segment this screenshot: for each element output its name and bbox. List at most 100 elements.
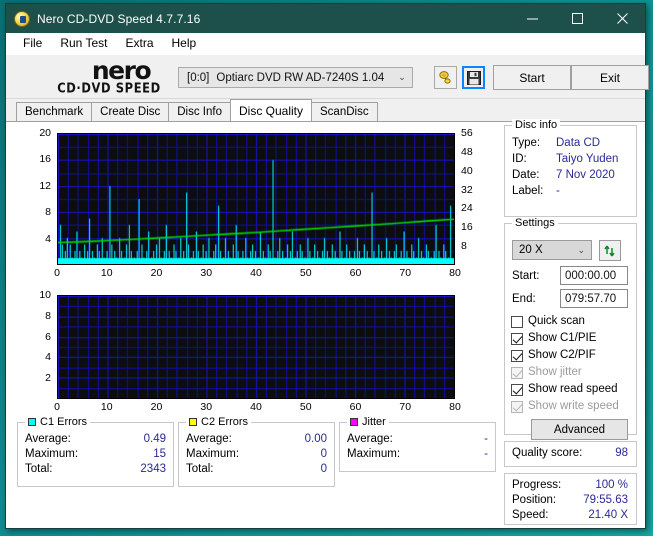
c2-chart-y-axis: 2 4 6 8 10 bbox=[17, 289, 51, 399]
checkbox-label: Show C1/PIE bbox=[528, 332, 597, 344]
axis-tick-label: 60 bbox=[349, 267, 362, 279]
c1-error-chart: 4 8 12 16 20 8 16 24 32 40 48 56 0 10 20 30 40 50 60 70 80 bbox=[17, 127, 505, 285]
disc-date-label: Date: bbox=[512, 169, 540, 181]
c1-chart-plot-area bbox=[57, 133, 455, 265]
eject-disc-button[interactable] bbox=[434, 66, 457, 89]
toolbar: nero CD·DVD SPEED [0:0] Optiarc DVD RW A… bbox=[6, 55, 649, 99]
speed-row: Speed: 21.40 X bbox=[505, 508, 636, 523]
position-label: Position: bbox=[512, 494, 557, 506]
tab-create-disc[interactable]: Create Disc bbox=[91, 102, 170, 121]
axis-tick-label: 20 bbox=[39, 127, 51, 139]
checkbox-label: Show write speed bbox=[528, 400, 619, 412]
checkbox-show-write-speed: Show write speed bbox=[505, 398, 636, 415]
menu-item-file[interactable]: File bbox=[14, 34, 51, 53]
c1-total-label: Total: bbox=[25, 463, 53, 475]
stat-row: Total: 2343 bbox=[18, 462, 173, 477]
tab-scandisc[interactable]: ScanDisc bbox=[311, 102, 378, 121]
checkbox-box bbox=[511, 366, 523, 379]
maximize-icon[interactable] bbox=[555, 4, 600, 33]
axis-tick-label: 40 bbox=[250, 267, 262, 279]
c2-chart-x-axis: 0 10 20 30 40 50 60 70 80 bbox=[54, 401, 461, 415]
position-value: 79:55.63 bbox=[583, 494, 628, 506]
checkbox-label: Show read speed bbox=[528, 383, 618, 395]
disc-type-value: Data CD bbox=[556, 137, 601, 149]
axis-tick-label: 4 bbox=[45, 232, 51, 245]
axis-tick-label: 32 bbox=[461, 183, 473, 196]
exit-button[interactable]: Exit bbox=[571, 65, 649, 90]
checkbox-show-c2-pif[interactable]: Show C2/PIF bbox=[505, 347, 636, 364]
speed-value: 21.40 X bbox=[588, 509, 628, 521]
refresh-button[interactable] bbox=[599, 240, 621, 261]
chevron-down-icon: ⌄ bbox=[577, 244, 585, 255]
start-input[interactable]: 000:00.00 bbox=[560, 266, 628, 285]
axis-tick-label: 70 bbox=[399, 267, 412, 279]
minimize-icon[interactable] bbox=[510, 4, 555, 33]
axis-tick-label: 12 bbox=[39, 179, 51, 192]
progress-group: Progress: 100 % Position: 79:55.63 Speed… bbox=[504, 473, 637, 525]
c2-maximum-label: Maximum: bbox=[186, 448, 240, 460]
stat-row: Maximum: 15 bbox=[18, 447, 173, 462]
stat-row: Average: 0.49 bbox=[18, 432, 173, 447]
speed-label: Speed: bbox=[512, 509, 549, 521]
start-button[interactable]: Start bbox=[493, 65, 571, 90]
c2-errors-label: C2 Errors bbox=[201, 416, 249, 428]
disc-quality-panel: 4 8 12 16 20 8 16 24 32 40 48 56 0 10 20 30 40 50 60 70 80… bbox=[6, 119, 645, 528]
window-controls bbox=[510, 4, 645, 33]
end-label: End: bbox=[512, 292, 536, 305]
end-field-row: End: 079:57.70 bbox=[505, 287, 636, 310]
advanced-button[interactable]: Advanced bbox=[531, 419, 628, 440]
jitter-label: Jitter bbox=[362, 416, 386, 428]
eject-disc-icon bbox=[439, 71, 451, 84]
start-field-row: Start: 000:00.00 bbox=[505, 264, 636, 287]
application-window: Nero CD-DVD Speed 4.7.7.16 File Run Test… bbox=[5, 3, 649, 529]
axis-tick-label: 0 bbox=[54, 401, 60, 413]
end-input[interactable]: 079:57.70 bbox=[560, 289, 628, 308]
disc-label-label: Label: bbox=[512, 185, 544, 197]
stat-row: Average: - bbox=[340, 432, 495, 447]
quality-score-value: 98 bbox=[615, 447, 628, 459]
c1-maximum-label: Maximum: bbox=[25, 448, 79, 460]
nero-logo: nero CD·DVD SPEED bbox=[24, 56, 194, 98]
tab-disc-info[interactable]: Disc Info bbox=[168, 102, 231, 121]
checkbox-box bbox=[511, 332, 523, 345]
menu-item-runtest[interactable]: Run Test bbox=[51, 34, 116, 53]
axis-tick-label: 10 bbox=[100, 401, 113, 413]
menu-item-help[interactable]: Help bbox=[163, 34, 206, 53]
position-row: Position: 79:55.63 bbox=[505, 493, 636, 508]
jitter-color-swatch bbox=[350, 418, 358, 426]
nero-disc-icon bbox=[14, 10, 30, 27]
refresh-arrows-icon bbox=[604, 245, 615, 256]
progress-row: Progress: 100 % bbox=[505, 478, 636, 493]
read-speed-select[interactable]: 20 X ⌄ bbox=[512, 240, 592, 260]
c1-errors-box: C1 Errors Average: 0.49 Maximum: 15 Total:… bbox=[17, 416, 174, 487]
checkbox-box bbox=[511, 400, 523, 413]
c2-color-swatch bbox=[189, 418, 197, 426]
checkbox-show-read-speed[interactable]: Show read speed bbox=[505, 381, 636, 398]
c1-maximum-value: 15 bbox=[153, 448, 166, 460]
disc-info-row-type: Type: Data CD bbox=[505, 135, 636, 151]
checkbox-show-c1-pie[interactable]: Show C1/PIE bbox=[505, 330, 636, 347]
menu-item-extra[interactable]: Extra bbox=[116, 34, 162, 53]
c2-total-label: Total: bbox=[186, 463, 214, 475]
c2-errors-title: C2 Errors bbox=[186, 416, 252, 428]
save-button[interactable] bbox=[462, 66, 485, 89]
stat-row: Total: 0 bbox=[179, 462, 334, 477]
jitter-average-label: Average: bbox=[347, 433, 393, 445]
axis-tick-label: 20 bbox=[150, 401, 163, 413]
checkbox-quick-scan[interactable]: Quick scan bbox=[505, 313, 636, 330]
c2-chart-canvas bbox=[58, 296, 454, 398]
c2-total-value: 0 bbox=[320, 463, 327, 475]
stat-row: Maximum: 0 bbox=[179, 447, 334, 462]
title-bar: Nero CD-DVD Speed 4.7.7.16 bbox=[6, 4, 645, 33]
axis-tick-label: 24 bbox=[461, 202, 473, 215]
axis-tick-label: 60 bbox=[349, 401, 362, 413]
nero-sub-wordmark: CD·DVD SPEED bbox=[57, 79, 161, 96]
tab-disc-quality[interactable]: Disc Quality bbox=[230, 99, 313, 121]
tab-benchmark[interactable]: Benchmark bbox=[16, 102, 93, 121]
checkbox-box bbox=[511, 315, 523, 328]
disc-id-value: Taiyo Yuden bbox=[556, 153, 619, 165]
drive-select[interactable]: [0:0] Optiarc DVD RW AD-7240S 1.04 ⌄ bbox=[178, 67, 413, 88]
disc-type-label: Type: bbox=[512, 137, 541, 149]
close-icon[interactable] bbox=[600, 4, 645, 33]
checkbox-label: Quick scan bbox=[528, 315, 585, 327]
